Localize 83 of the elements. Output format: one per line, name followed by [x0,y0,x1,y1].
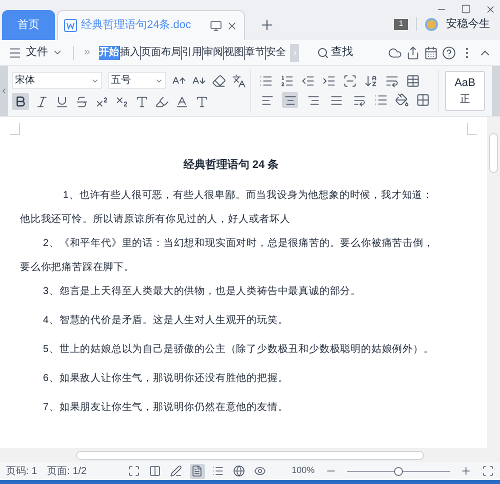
align-glyph-icon [330,94,342,106]
size-select[interactable]: 五号 [108,72,166,89]
spacing-icon[interactable] [343,74,357,88]
underline-icon[interactable] [55,94,69,108]
view-glyph-icon [233,465,246,477]
bold-button[interactable] [12,93,29,110]
highlighter-icon[interactable] [155,94,169,108]
shading-icon[interactable] [395,93,409,107]
paragraph: 5、世上的姑娘总以为自己是骄傲的公主（除了少数极丑和少数极聪明的姑娘例外）。 [42,342,435,356]
align-center-icon[interactable] [282,92,298,108]
character-shading-icon[interactable] [195,94,209,108]
page-number: 页码: 1 [6,464,38,478]
paragraph: 2、《和平年代》里的话：当幻想和现实面对时，总是很痛苦的。要么你被痛苦击倒，要么你把痛苦踩在脚下。 [20,236,435,274]
subscript-icon[interactable] [115,94,129,108]
ribbon-tab[interactable]: 引用 [182,46,204,60]
ribbon-tab[interactable]: 插入 [120,46,142,60]
fit-screen-icon[interactable] [482,465,494,477]
view-glyph-icon [128,465,140,477]
zoom-in-icon[interactable] [460,465,472,477]
ribbon-tab[interactable]: 页面布局 [141,46,182,60]
expand-icon[interactable] [126,464,142,478]
vertical-scrollbar[interactable] [487,117,500,448]
ribbon-tab[interactable]: 审阅 [203,46,224,60]
ribbon-tab[interactable]: 安全 [266,46,286,60]
search-button[interactable]: 查找 [317,44,354,61]
numbered-list-icon[interactable] [280,74,294,88]
paragraph: 4、智慧的代价是矛盾。这是人生对人生观开的玩笑。 [42,314,290,328]
chevron-left-icon [0,87,8,95]
style-preview[interactable]: AaB 正 [445,71,485,111]
menu-icon[interactable] [8,46,22,60]
table-icon[interactable] [406,74,420,88]
close-icon[interactable] [485,4,496,15]
align-glyph-icon [260,94,274,106]
font-color-icon[interactable] [175,94,189,108]
line-break-icon[interactable] [385,74,399,88]
align-glyph-icon [352,94,366,106]
share-icon[interactable] [406,46,420,60]
view-glyph-icon [254,465,266,477]
borders-icon[interactable] [416,93,430,107]
book-icon[interactable] [148,464,163,478]
new-tab-icon[interactable] [259,17,275,33]
word-file-icon [64,19,77,32]
close-icon[interactable] [226,20,238,32]
user-name[interactable]: 安稳今生 [446,16,490,32]
calendar-icon[interactable] [424,46,438,60]
view-glyph-icon [149,465,162,477]
search-icon [317,46,330,58]
cloud-icon[interactable] [388,46,402,60]
help-icon[interactable] [442,46,456,60]
view-glyph-icon [170,465,182,477]
indent-icon[interactable] [322,74,336,88]
text-effect-icon[interactable] [135,94,149,108]
slider-thumb[interactable] [394,466,404,476]
phonetic-icon[interactable] [232,74,246,88]
horizontal-scrollbar[interactable] [0,448,500,462]
outdent-icon[interactable] [301,74,315,88]
bold-icon [14,95,27,108]
paragraph: 7、如果朋友让你生气，那说明你仍然在意他的友情。 [42,400,290,414]
ribbon-tab[interactable]: 章节 [245,46,266,60]
font-select[interactable]: 宋体 [12,72,102,89]
view-glyph-icon [191,465,204,477]
tab-title: 经典哲理语句24条.doc [81,18,192,34]
document-icon[interactable] [190,464,205,478]
eraser-icon[interactable] [212,74,226,88]
page-count: 页面: 1/2 [47,464,87,478]
paragraph: 1、也许有些人很可恶，有些人很卑鄙。而当我设身为他想象的时候，我才知道：他比我还可怜。所以请原谅所有你见过的人，好人或者坏人 [20,188,434,226]
strikethrough-icon[interactable] [75,94,89,108]
globe-icon[interactable] [232,464,247,478]
align-glyph-icon [284,94,296,106]
align-glyph-icon [306,94,320,106]
pen-icon[interactable] [168,464,184,478]
superscript-icon[interactable] [95,94,109,108]
paragraph: 3、怨言是上天得至人类最大的供物，也是人类祷告中最真诚的部分。 [42,284,362,298]
paragraph: 6、如果敌人让你生气，那说明你还没有胜他的把握。 [42,372,290,386]
file-menu[interactable]: 文件 [26,44,48,61]
sort-icon[interactable] [364,74,378,88]
zoom-level[interactable]: 100% [292,464,315,478]
monitor-icon[interactable] [210,20,222,32]
counter-badge[interactable]: 1 [394,18,408,30]
italic-icon[interactable] [35,94,49,108]
maximize-icon[interactable] [461,4,471,14]
ribbon-tab[interactable]: 视图 [224,46,246,60]
document-title: 经典哲理语句 24 条 [182,158,280,173]
